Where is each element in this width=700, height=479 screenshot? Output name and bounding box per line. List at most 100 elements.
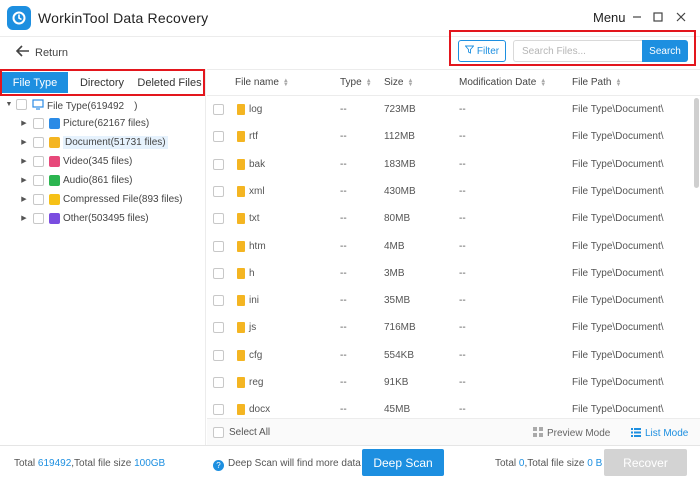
table-row[interactable]: txt -- 80MB -- File Type\Document\ [207, 205, 693, 232]
deep-scan-hint: ? Deep Scan will find more data [213, 458, 361, 471]
row-checkbox[interactable] [213, 322, 224, 334]
column-header-modification-date[interactable]: Modification Date ▲ ▼ [459, 77, 546, 88]
deep-scan-button[interactable]: Deep Scan [362, 449, 444, 476]
picture-icon [49, 117, 60, 129]
table-row[interactable]: rtf -- 112MB -- File Type\Document\ [207, 123, 693, 150]
table-row[interactable]: log -- 723MB -- File Type\Document\ [207, 96, 693, 123]
file-path-cell: File Type\Document\ [572, 104, 664, 115]
preview-mode-label: Preview Mode [547, 428, 611, 439]
table-row[interactable]: cfg -- 554KB -- File Type\Document\ [207, 342, 693, 369]
row-checkbox[interactable] [213, 158, 224, 170]
tree-item-label: Document(51731 files) [63, 135, 168, 149]
caret-right-icon[interactable]: ▶ [20, 119, 28, 127]
file-type-cell: -- [340, 349, 347, 361]
sort-icon: ▲ ▼ [282, 77, 289, 88]
tab-deleted-files[interactable]: Deleted Files [136, 72, 203, 93]
table-row[interactable]: htm -- 4MB -- File Type\Document\ [207, 233, 693, 260]
search-input[interactable] [513, 40, 643, 62]
tab-file-type[interactable]: File Type [2, 72, 68, 93]
modification-date-cell: -- [459, 377, 466, 388]
file-name-cell: h [249, 267, 255, 279]
search-button[interactable]: Search [642, 40, 688, 62]
modification-date-cell: -- [459, 295, 466, 307]
selected-summary: Total 0,Total file size 0 B [495, 458, 602, 469]
maximize-icon[interactable] [649, 8, 667, 26]
row-checkbox[interactable] [213, 295, 224, 307]
caret-down-icon[interactable]: ▼ [5, 101, 13, 108]
modification-date-cell: -- [459, 131, 466, 143]
checkbox[interactable] [33, 117, 44, 129]
table-row[interactable]: h -- 3MB -- File Type\Document\ [207, 260, 693, 287]
caret-right-icon[interactable]: ▶ [20, 157, 28, 165]
column-header-size[interactable]: Size ▲ ▼ [384, 77, 413, 88]
row-checkbox[interactable] [213, 349, 224, 361]
table-row[interactable]: xml -- 430MB -- File Type\Document\ [207, 178, 693, 205]
tree-item-video[interactable]: ▶ Video(345 files) [20, 152, 132, 170]
select-all-checkbox[interactable] [213, 427, 224, 438]
list-mode-button[interactable]: List Mode [631, 427, 688, 440]
tree-root[interactable]: ▼ File Type(619492 ) [5, 95, 137, 113]
tree-item-document[interactable]: ▶ Document(51731 files) [20, 133, 168, 151]
folder-icon [237, 295, 245, 307]
minimize-icon[interactable] [628, 8, 646, 26]
row-checkbox[interactable] [213, 185, 224, 197]
preview-mode-button[interactable]: Preview Mode [533, 427, 610, 440]
return-button[interactable]: Return [15, 45, 68, 60]
column-header-file-path[interactable]: File Path ▲ ▼ [572, 77, 621, 88]
tree-item-picture[interactable]: ▶ Picture(62167 files) [20, 114, 149, 132]
caret-right-icon[interactable]: ▶ [20, 214, 28, 222]
scrollbar[interactable] [693, 96, 699, 418]
select-all-label[interactable]: Select All [229, 427, 270, 438]
column-label: Type [340, 77, 362, 88]
file-type-cell: -- [340, 104, 347, 115]
filter-button[interactable]: Filter [458, 40, 506, 62]
row-checkbox[interactable] [213, 404, 224, 416]
column-label: File Path [572, 77, 612, 88]
checkbox[interactable] [33, 193, 44, 205]
tree-item-label: Picture(62167 files) [63, 117, 150, 129]
file-path-cell: File Type\Document\ [572, 295, 664, 307]
tree-item-compressed[interactable]: ▶ Compressed File(893 files) [20, 190, 183, 208]
row-checkbox[interactable] [213, 213, 224, 225]
table-row[interactable]: bak -- 183MB -- File Type\Document\ [207, 151, 693, 178]
list-icon [631, 427, 641, 440]
column-header-type[interactable]: Type ▲ ▼ [340, 77, 372, 88]
checkbox[interactable] [33, 155, 44, 167]
checkbox[interactable] [33, 136, 44, 148]
tree-item-audio[interactable]: ▶ Audio(861 files) [20, 171, 132, 189]
close-icon[interactable] [672, 8, 690, 26]
row-checkbox[interactable] [213, 104, 224, 115]
tab-directory[interactable]: Directory [68, 72, 136, 93]
checkbox[interactable] [33, 212, 44, 224]
file-size-cell: 716MB [384, 322, 416, 334]
table-row[interactable]: reg -- 91KB -- File Type\Document\ [207, 369, 693, 396]
file-path-cell: File Type\Document\ [572, 131, 664, 143]
folder-icon [237, 158, 245, 170]
row-checkbox[interactable] [213, 240, 224, 252]
checkbox[interactable] [33, 174, 44, 186]
menu-button[interactable]: Menu [593, 10, 626, 25]
file-name-cell: xml [249, 185, 265, 197]
row-checkbox[interactable] [213, 377, 224, 388]
table-header: File name ▲ ▼ Type ▲ ▼ Size ▲ ▼ Modificatio… [207, 69, 700, 96]
caret-right-icon[interactable]: ▶ [20, 138, 28, 146]
table-row[interactable]: js -- 716MB -- File Type\Document\ [207, 314, 693, 341]
checkbox[interactable] [16, 98, 27, 110]
file-size-cell: 183MB [384, 158, 416, 170]
folder-icon [237, 240, 245, 252]
recover-button[interactable]: Recover [604, 449, 687, 476]
caret-right-icon[interactable]: ▶ [20, 195, 28, 203]
column-label: Modification Date [459, 77, 537, 88]
scrollbar-thumb[interactable] [694, 98, 699, 188]
table-row[interactable]: ini -- 35MB -- File Type\Document\ [207, 287, 693, 314]
file-type-cell: -- [340, 267, 347, 279]
tree-item-other[interactable]: ▶ Other(503495 files) [20, 209, 149, 227]
column-header-file-name[interactable]: File name ▲ ▼ [235, 77, 289, 88]
file-name-cell: reg [249, 377, 264, 388]
row-checkbox[interactable] [213, 267, 224, 279]
folder-icon [237, 404, 245, 416]
app-logo-icon [7, 6, 31, 30]
caret-right-icon[interactable]: ▶ [20, 176, 28, 184]
folder-icon [237, 322, 245, 334]
row-checkbox[interactable] [213, 131, 224, 143]
